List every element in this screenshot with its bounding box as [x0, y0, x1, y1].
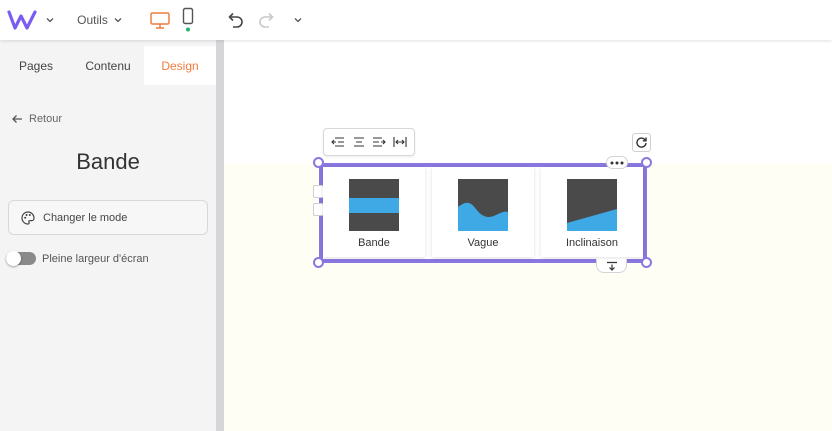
fullwidth-toggle[interactable]	[6, 251, 36, 266]
fullwidth-label: Pleine largeur d'écran	[42, 252, 149, 265]
option-card-bande[interactable]: Bande	[323, 167, 425, 257]
option-label: Vague	[467, 237, 499, 249]
palette-icon	[21, 210, 35, 225]
align-left-icon[interactable]	[329, 133, 347, 151]
back-label: Retour	[29, 113, 63, 125]
redo-icon[interactable]	[258, 0, 276, 40]
sidebar-panel: Pages Contenu Design Retour Bande Change…	[0, 40, 216, 431]
tab-pages[interactable]: Pages	[0, 46, 72, 85]
option-card-vague[interactable]: Vague	[432, 167, 534, 257]
mobile-icon[interactable]	[180, 0, 196, 40]
tools-menu[interactable]: Outils	[74, 0, 126, 40]
option-card-inclinaison[interactable]: Inclinaison	[541, 167, 643, 257]
more-options-icon[interactable]	[606, 156, 628, 169]
resize-handle-top-left[interactable]	[313, 157, 324, 168]
tab-label: Pages	[18, 58, 54, 73]
option-label: Inclinaison	[566, 237, 618, 249]
wave-preview-icon	[458, 179, 508, 231]
chevron-down-icon	[113, 15, 123, 25]
chevron-down-icon[interactable]	[291, 0, 305, 40]
tab-label: Contenu	[85, 58, 131, 73]
reset-icon[interactable]	[632, 133, 651, 152]
change-mode-button[interactable]: Changer le mode	[8, 200, 208, 235]
tab-contenu[interactable]: Contenu	[72, 46, 144, 85]
insert-below-icon[interactable]	[596, 259, 627, 273]
option-label: Bande	[358, 237, 390, 249]
arrow-left-icon	[11, 114, 23, 124]
tab-label: Design	[161, 58, 199, 73]
desktop-icon[interactable]	[149, 0, 171, 40]
slope-preview-icon	[567, 179, 617, 231]
panel-title: Bande	[76, 149, 140, 174]
resize-handle-top-right[interactable]	[641, 157, 652, 168]
top-toolbar: Outils	[0, 0, 832, 40]
undo-icon[interactable]	[226, 0, 244, 40]
alignment-toolbar	[323, 128, 415, 156]
fullwidth-setting: Pleine largeur d'écran	[6, 251, 149, 266]
sidebar-tabs: Pages Contenu Design	[0, 46, 216, 85]
resize-handle-bottom-right[interactable]	[641, 257, 652, 268]
change-mode-label: Changer le mode	[43, 211, 128, 224]
align-right-icon[interactable]	[370, 133, 388, 151]
toggle-knob	[6, 251, 21, 266]
bande-preview-icon	[349, 179, 399, 231]
tab-design[interactable]: Design	[144, 46, 216, 85]
stretch-width-icon[interactable]	[391, 133, 409, 151]
align-center-icon[interactable]	[350, 133, 368, 151]
resize-handle-bottom-left[interactable]	[313, 257, 324, 268]
w-logo-icon[interactable]	[6, 0, 38, 40]
sidebar-resize-handle[interactable]	[216, 40, 224, 431]
chevron-down-icon[interactable]	[43, 0, 57, 40]
back-link[interactable]: Retour	[11, 112, 62, 126]
tools-label: Outils	[77, 13, 108, 27]
